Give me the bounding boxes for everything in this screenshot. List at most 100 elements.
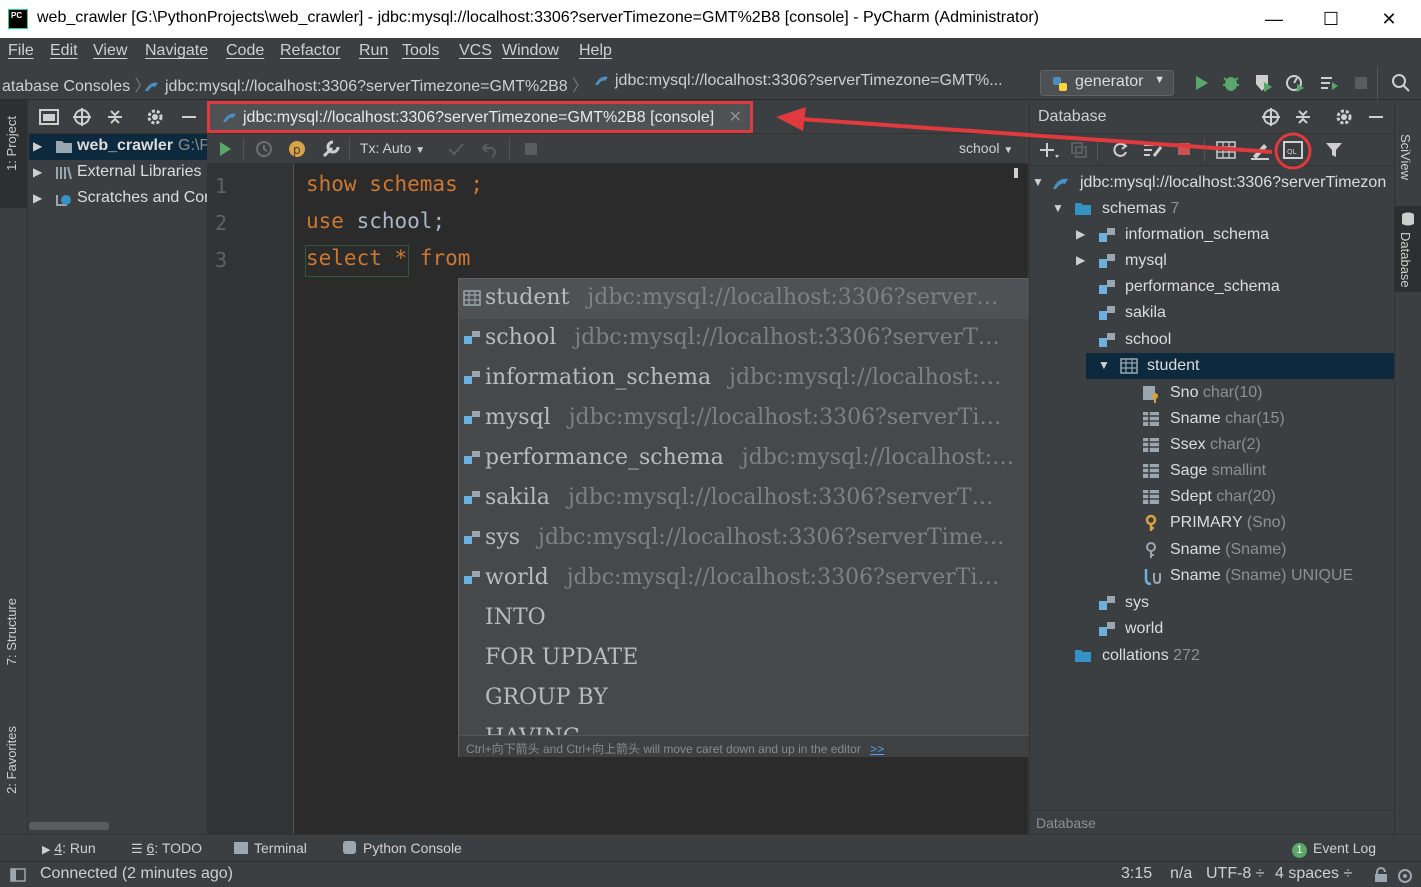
menu-navigate[interactable]: Navigate bbox=[145, 42, 208, 60]
breadcrumb-connection[interactable]: jdbc:mysql://localhost:3306?serverTimezo… bbox=[144, 72, 588, 96]
tree-node-column[interactable]: Sage smallint bbox=[1030, 458, 1395, 484]
profile-icon[interactable] bbox=[1284, 72, 1306, 94]
tree-item-external-libraries[interactable]: ▶ External Libraries bbox=[29, 160, 207, 186]
tab-structure[interactable]: 7: Structure bbox=[4, 598, 19, 665]
cancel-running-icon[interactable] bbox=[523, 141, 539, 157]
tab-database[interactable]: Database bbox=[1398, 232, 1413, 288]
tree-node-unique-index[interactable]: Sname (Sname) UNIQUE bbox=[1030, 563, 1395, 589]
jump-to-console-icon[interactable]: QL bbox=[1282, 140, 1304, 160]
tool-window-todo[interactable]: ☰ 6: TODO bbox=[131, 840, 202, 857]
tool-window-terminal[interactable]: Terminal bbox=[234, 840, 307, 856]
hide-panel-icon[interactable] bbox=[1366, 107, 1386, 127]
menu-file[interactable]: File bbox=[8, 42, 34, 60]
tab-sciview[interactable]: SciView bbox=[1398, 134, 1413, 180]
run-icon[interactable] bbox=[1190, 72, 1212, 94]
tab-project[interactable]: 1: Project bbox=[4, 116, 19, 171]
menu-edit[interactable]: Edit bbox=[50, 42, 78, 60]
settings-gear-icon[interactable] bbox=[1334, 107, 1354, 127]
menu-tools[interactable]: Tools bbox=[402, 42, 439, 60]
tree-node-datasource[interactable]: ▼ jdbc:mysql://localhost:3306?serverTime… bbox=[1030, 170, 1395, 196]
edit-source-icon[interactable] bbox=[1249, 140, 1271, 160]
project-view-icon[interactable] bbox=[39, 108, 59, 126]
menu-view[interactable]: View bbox=[93, 42, 127, 60]
debug-icon[interactable] bbox=[1220, 72, 1242, 94]
completion-item[interactable]: performance_schema jdbc:mysql://localhost… bbox=[459, 439, 1071, 479]
tree-node-index[interactable]: Sname (Sname) bbox=[1030, 537, 1395, 563]
tree-node-schema[interactable]: ▶ mysql bbox=[1030, 248, 1395, 274]
lock-icon[interactable] bbox=[1373, 867, 1389, 883]
tree-node-collations[interactable]: collations 272 bbox=[1030, 643, 1395, 669]
menu-refactor[interactable]: Refactor bbox=[280, 42, 340, 60]
completion-item[interactable]: sakila jdbc:mysql://localhost:3306?server… bbox=[459, 479, 1071, 519]
tree-node-schemas[interactable]: ▼ schemas 7 bbox=[1030, 196, 1395, 222]
caret-position[interactable]: 3:15 bbox=[1121, 865, 1152, 883]
refresh-icon[interactable] bbox=[1110, 140, 1130, 160]
collapse-all-icon[interactable] bbox=[1293, 107, 1313, 127]
tab-console[interactable]: jdbc:mysql://localhost:3306?serverTimezo… bbox=[207, 101, 753, 133]
line-separator[interactable]: n/a bbox=[1170, 865, 1192, 883]
locate-icon[interactable] bbox=[72, 107, 92, 127]
minimize-button[interactable]: — bbox=[1249, 0, 1299, 38]
breadcrumb-database-consoles[interactable]: atabase Consoles 〉 bbox=[2, 72, 151, 96]
layout-toggle-icon[interactable] bbox=[10, 868, 26, 882]
tool-window-run[interactable]: ▶ 4: Run bbox=[42, 840, 96, 856]
tool-window-python-console[interactable]: Python Console bbox=[343, 840, 462, 856]
indent-setting[interactable]: 4 spaces ÷ bbox=[1275, 865, 1352, 883]
tree-node-column[interactable]: Sdept char(20) bbox=[1030, 484, 1395, 510]
tree-node-key[interactable]: PRIMARY (Sno) bbox=[1030, 510, 1395, 536]
wrench-icon[interactable] bbox=[321, 139, 341, 159]
schemas-properties-icon[interactable] bbox=[1142, 140, 1164, 160]
completion-item[interactable]: INTO bbox=[459, 599, 1071, 639]
commit-icon[interactable] bbox=[447, 140, 465, 158]
transaction-mode-select[interactable]: Tx: Auto ▼ bbox=[360, 140, 425, 156]
coverage-icon[interactable] bbox=[1252, 72, 1274, 94]
tree-node-schema[interactable]: sys bbox=[1030, 590, 1395, 616]
tree-item-web-crawler[interactable]: ▶ web_crawler G:\P bbox=[29, 134, 207, 160]
inspector-icon[interactable] bbox=[1396, 866, 1414, 884]
settings-gear-icon[interactable] bbox=[145, 107, 165, 127]
add-icon[interactable] bbox=[1038, 141, 1060, 161]
schema-select[interactable]: school ▼ bbox=[959, 140, 1013, 156]
table-editor-icon[interactable] bbox=[1216, 141, 1236, 159]
tree-item-scratches[interactable]: ▶ Scratches and Cor bbox=[29, 186, 207, 212]
tree-node-schema[interactable]: sakila bbox=[1030, 300, 1395, 326]
hide-panel-icon[interactable] bbox=[179, 107, 199, 127]
duplicate-icon[interactable] bbox=[1070, 141, 1088, 159]
file-encoding[interactable]: UTF-8 ÷ bbox=[1206, 865, 1265, 883]
completion-item[interactable]: GROUP BY bbox=[459, 679, 1071, 719]
close-tab-icon[interactable]: ✕ bbox=[729, 109, 742, 126]
concurrency-icon[interactable] bbox=[1318, 72, 1340, 94]
menu-window[interactable]: Window bbox=[502, 42, 559, 60]
maximize-button[interactable]: ☐ bbox=[1306, 0, 1356, 38]
tree-node-schema[interactable]: performance_schema bbox=[1030, 274, 1395, 300]
parameters-icon[interactable]: p bbox=[287, 139, 307, 159]
close-button[interactable]: ✕ bbox=[1364, 0, 1414, 38]
menu-vcs[interactable]: VCS bbox=[459, 42, 492, 60]
completion-item[interactable]: school jdbc:mysql://localhost:3306?server… bbox=[459, 319, 1071, 359]
menu-help[interactable]: Help bbox=[579, 42, 612, 60]
completion-item[interactable]: sys jdbc:mysql://localhost:3306?serverTim… bbox=[459, 519, 1071, 559]
locate-icon[interactable] bbox=[1261, 107, 1281, 127]
tree-node-column[interactable]: Ssex char(2) bbox=[1030, 432, 1395, 458]
completion-item[interactable]: FOR UPDATE bbox=[459, 639, 1071, 679]
menu-run[interactable]: Run bbox=[359, 42, 388, 60]
search-icon[interactable] bbox=[1390, 72, 1412, 94]
execute-icon[interactable] bbox=[216, 140, 234, 158]
tree-node-schema[interactable]: ▶ information_schema bbox=[1030, 222, 1395, 248]
completion-item[interactable]: student jdbc:mysql://localhost:3306?serve… bbox=[459, 279, 1071, 319]
horizontal-scrollbar[interactable] bbox=[29, 822, 109, 830]
event-log-button[interactable]: 1 Event Log bbox=[1292, 840, 1376, 858]
completion-item[interactable]: HAVING bbox=[459, 719, 1071, 735]
disconnect-icon[interactable] bbox=[1176, 141, 1192, 157]
completion-item[interactable]: world jdbc:mysql://localhost:3306?serverT… bbox=[459, 559, 1071, 599]
menu-code[interactable]: Code bbox=[226, 42, 264, 60]
rollback-icon[interactable] bbox=[481, 140, 499, 158]
tree-node-column[interactable]: Sno char(10) bbox=[1030, 380, 1395, 406]
tree-node-schema[interactable]: world bbox=[1030, 616, 1395, 642]
completion-item[interactable]: mysql jdbc:mysql://localhost:3306?serverT… bbox=[459, 399, 1071, 439]
breadcrumb-console[interactable]: jdbc:mysql://localhost:3306?serverTimezo… bbox=[594, 72, 1003, 90]
stop-icon[interactable] bbox=[1350, 72, 1372, 94]
tree-node-table-selected[interactable]: ▼ student bbox=[1086, 353, 1395, 379]
hint-more-link[interactable]: >> bbox=[870, 742, 884, 756]
tab-favorites[interactable]: 2: Favorites bbox=[4, 726, 19, 794]
